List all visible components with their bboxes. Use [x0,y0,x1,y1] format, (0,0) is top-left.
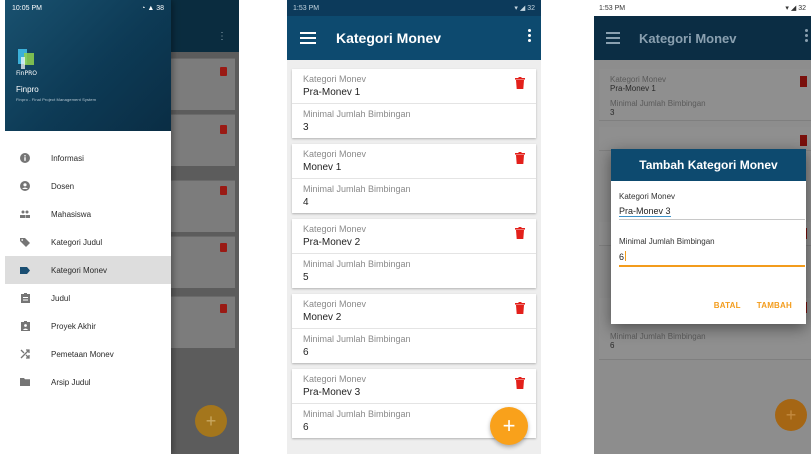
phone-tambah-dialog: 1:53 PM ▾ ◢ 32 Kategori Monev Kategori M… [594,0,811,454]
menu-item-proyek-akhir[interactable]: Proyek Akhir [5,312,171,340]
add-fab-dimmed: + [195,405,227,437]
kategori-value: Pra-Monev 1 [303,87,361,98]
status-icons: ◔ ▲ 38 [141,4,164,12]
navigation-drawer: 10:05 PM ◔ ▲ 38 FinPRO Finpro Finpro - F… [5,0,171,454]
minimal-value: 5 [303,272,309,283]
delete-icon[interactable] [515,77,525,89]
kategori-value: Pra-Monev 2 [303,237,361,248]
delete-icon[interactable] [515,302,525,314]
svg-text:FinPRO: FinPRO [16,70,37,77]
field-label: Kategori Monev [303,374,367,384]
menu-item-label: Mahasiswa [51,209,92,219]
drawer-app-subtitle: Finpro - Final Project Management System [16,97,97,102]
page-title: Kategori Monev [639,30,737,46]
shuffle-icon [20,349,30,359]
list-item-dimmed: Kategori Monev Pra-Monev 1 Minimal Jumla… [599,69,811,121]
status-bar: 1:53 PM ▾ ◢ 32 [594,0,811,16]
menu-item-judul[interactable]: Judul [5,284,171,312]
overflow-menu-icon[interactable] [528,29,531,44]
kategori-label: Kategori Monev [619,192,676,201]
status-icons: ▾ ◢ 32 [514,5,535,12]
list-item[interactable]: Kategori Monev Monev 1 Minimal Jumlah Bim… [292,144,536,213]
finpro-logo-icon: FinPRO [16,49,37,77]
overflow-menu-icon: ⋮ [217,31,227,42]
overflow-menu-icon [805,29,808,44]
kategori-value: Monev 2 [303,312,342,323]
menu-item-kategori-monev[interactable]: Kategori Monev [5,256,171,284]
delete-icon[interactable] [515,152,525,164]
field-label: Minimal Jumlah Bimbingan [303,259,411,269]
status-time: 10:05 PM [12,4,42,12]
phone-navigation-drawer: ⋮ + 10:05 PM ◔ ▲ 38 FinPRO Finpro Finpro… [5,0,239,454]
menu-item-label: Pemetaan Monev [51,349,114,359]
field-label: Minimal Jumlah Bimbingan [303,184,411,194]
menu-item-pemetaan-monev[interactable]: Pemetaan Monev [5,340,171,368]
menu-item-kategori-judul[interactable]: Kategori Judul [5,228,171,256]
hamburger-menu-icon [606,29,620,47]
minimal-label: Minimal Jumlah Bimbingan [619,237,715,246]
field-label: Kategori Monev [303,149,367,159]
hamburger-menu-icon[interactable] [300,29,316,47]
app-bar: Kategori Monev [287,16,541,60]
menu-item-informasi[interactable]: Informasi [5,144,171,172]
menu-item-label: Kategori Judul [51,237,103,247]
clipboard-icon [20,293,30,303]
field-label: Kategori Monev [303,74,367,84]
label-icon [20,265,30,275]
field-label: Kategori Monev [303,224,367,234]
info-icon [20,153,30,163]
list-item[interactable]: Kategori Monev Pra-Monev 1 Minimal Jumlah… [292,69,536,138]
status-time: 1:53 PM [293,4,320,12]
phone-kategori-monev-list: 1:53 PM ▾ ◢ 32 Kategori Monev Kategori M… [287,0,541,454]
kategori-value: Pra-Monev 3 [303,387,361,398]
field-label: Minimal Jumlah Bimbingan [303,109,411,119]
minimal-value: 6 [303,347,309,358]
dialog-actions: BATAL TAMBAH [714,301,792,310]
folder-icon [20,377,30,387]
assignment-ind-icon [20,321,30,331]
minimal-value: 4 [303,197,309,208]
delete-icon[interactable] [515,227,525,239]
menu-item-label: Proyek Akhir [51,321,96,331]
menu-item-label: Informasi [51,153,84,163]
kategori-value: Monev 1 [303,162,342,173]
tag-icon [20,237,30,247]
kategori-input[interactable]: Pra-Monev 3 [619,206,805,220]
group-icon [20,209,30,219]
text-caret [625,251,627,261]
add-fab-button[interactable]: + [490,407,528,445]
minimal-value: 3 [303,122,309,133]
minimal-input[interactable]: 6 [619,251,805,267]
drawer-menu: Informasi Dosen Mahasiswa Kategori Judul… [5,131,171,396]
list-item[interactable]: Kategori Monev Pra-Monev 2 Minimal Jumlah… [292,219,536,288]
batal-button[interactable]: BATAL [714,301,741,310]
delete-icon[interactable] [515,377,525,389]
menu-item-arsip-judul[interactable]: Arsip Judul [5,368,171,396]
status-icons: ▾ ◢ 32 [785,5,806,12]
dialog-title: Tambah Kategori Monev [611,149,806,181]
field-label: Minimal Jumlah Bimbingan [303,334,411,344]
menu-item-mahasiswa[interactable]: Mahasiswa [5,200,171,228]
field-label: Kategori Monev [303,299,367,309]
drawer-header: 10:05 PM ◔ ▲ 38 FinPRO Finpro Finpro - F… [5,0,171,131]
menu-item-dosen[interactable]: Dosen [5,172,171,200]
menu-item-label: Dosen [51,181,75,191]
status-bar: 10:05 PM ◔ ▲ 38 [5,0,171,16]
delete-icon [800,76,807,87]
menu-item-label: Kategori Monev [51,265,108,275]
tambah-kategori-dialog: Tambah Kategori Monev Kategori Monev Pra… [611,149,806,324]
status-time: 1:53 PM [599,4,626,12]
kategori-list: Kategori Monev Pra-Monev 1 Minimal Jumlah… [287,60,541,438]
status-bar: 1:53 PM ▾ ◢ 32 [287,0,541,16]
app-bar-dimmed: Kategori Monev [594,16,811,60]
drawer-app-name: Finpro [16,85,39,94]
menu-item-label: Arsip Judul [51,377,91,387]
page-title: Kategori Monev [336,30,442,46]
menu-item-label: Judul [51,293,71,303]
list-item[interactable]: Kategori Monev Monev 2 Minimal Jumlah Bim… [292,294,536,363]
tambah-button[interactable]: TAMBAH [757,301,792,310]
add-fab-dimmed: + [775,399,807,431]
account-icon [20,181,30,191]
